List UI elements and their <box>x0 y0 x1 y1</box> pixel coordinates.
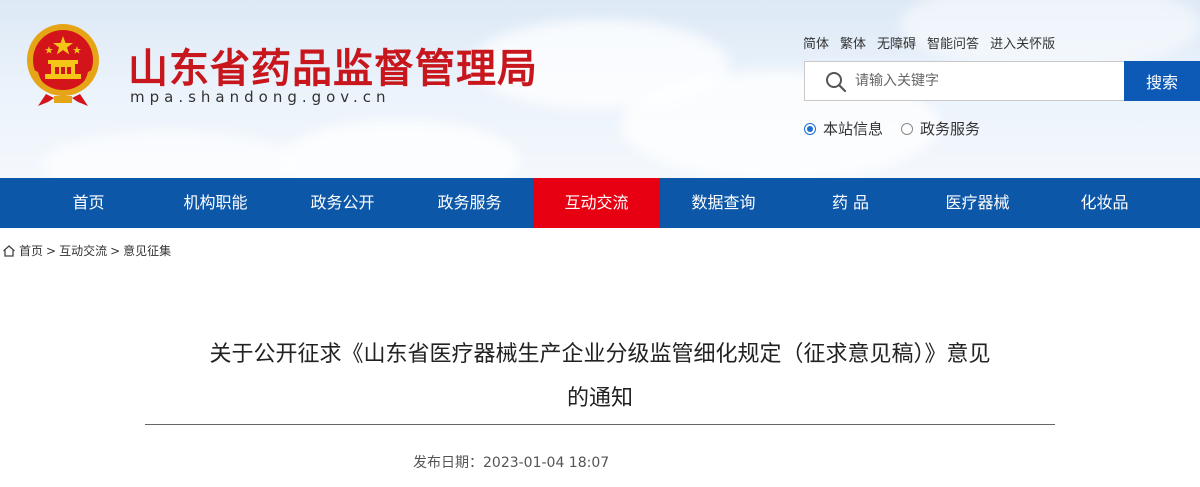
national-emblem-icon <box>27 24 99 106</box>
title-divider <box>145 424 1055 425</box>
breadcrumb: 首页 > 互动交流 > 意见征集 <box>2 242 171 259</box>
link-simplified[interactable]: 简体 <box>803 33 829 52</box>
cloud-decoration <box>280 120 520 178</box>
site-domain: mpa.shandong.gov.cn <box>130 88 391 106</box>
search-icon <box>826 72 847 93</box>
nav-gov-service[interactable]: 政务服务 <box>406 178 533 228</box>
nav-cosmetics[interactable]: 化妆品 <box>1041 178 1168 228</box>
scope-site-info[interactable]: 本站信息 <box>804 118 883 139</box>
publish-date: 2023-01-04 18:07 <box>483 455 610 471</box>
scope-gov-service-label: 政务服务 <box>920 120 981 138</box>
breadcrumb-separator: > <box>110 243 121 258</box>
nav-organization[interactable]: 机构职能 <box>152 178 279 228</box>
link-care-mode[interactable]: 进入关怀版 <box>990 33 1055 52</box>
breadcrumb-interaction[interactable]: 互动交流 <box>59 242 107 259</box>
article-title-line1: 关于公开征求《山东省医疗器械生产企业分级监管细化规定（征求意见稿）》意见 <box>209 342 991 367</box>
radio-selected-icon[interactable] <box>804 122 816 135</box>
search-input[interactable] <box>855 62 1115 100</box>
nav-data-query[interactable]: 数据查询 <box>660 178 787 228</box>
link-accessibility[interactable]: 无障碍 <box>877 33 916 52</box>
nav-drugs[interactable]: 药 品 <box>787 178 914 228</box>
top-links: 简体 繁体 无障碍 智能问答 进入关怀版 <box>803 33 1055 52</box>
breadcrumb-home[interactable]: 首页 <box>19 242 43 259</box>
breadcrumb-separator: > <box>46 243 57 258</box>
radio-unselected-icon[interactable] <box>901 122 914 135</box>
nav-medical-devices[interactable]: 医疗器械 <box>914 178 1041 228</box>
scope-site-info-label: 本站信息 <box>823 120 884 138</box>
home-icon <box>3 244 15 257</box>
link-smart-qa[interactable]: 智能问答 <box>927 33 979 52</box>
scope-gov-service[interactable]: 政务服务 <box>901 118 980 139</box>
breadcrumb-opinion-collection[interactable]: 意见征集 <box>123 242 171 259</box>
nav-home[interactable]: 首页 <box>25 178 152 228</box>
cloud-decoration <box>40 130 300 178</box>
search-button[interactable]: 搜索 <box>1124 61 1200 101</box>
search-scope: 本站信息 政务服务 <box>804 118 980 139</box>
link-traditional[interactable]: 繁体 <box>840 33 866 52</box>
nav-interaction[interactable]: 互动交流 <box>533 178 660 228</box>
search-box <box>804 61 1124 101</box>
article-title: 关于公开征求《山东省医疗器械生产企业分级监管细化规定（征求意见稿）》意见 的通知 <box>145 333 1055 421</box>
main-nav: 首页 机构职能 政务公开 政务服务 互动交流 数据查询 药 品 医疗器械 化妆品 <box>0 178 1200 228</box>
publish-label: 发布日期： <box>413 455 483 471</box>
site-title: 山东省药品监督管理局 <box>128 46 538 92</box>
nav-gov-affairs[interactable]: 政务公开 <box>279 178 406 228</box>
article-title-line2: 的通知 <box>566 386 633 411</box>
publish-info: 发布日期：2023-01-04 18:07 <box>413 452 609 472</box>
